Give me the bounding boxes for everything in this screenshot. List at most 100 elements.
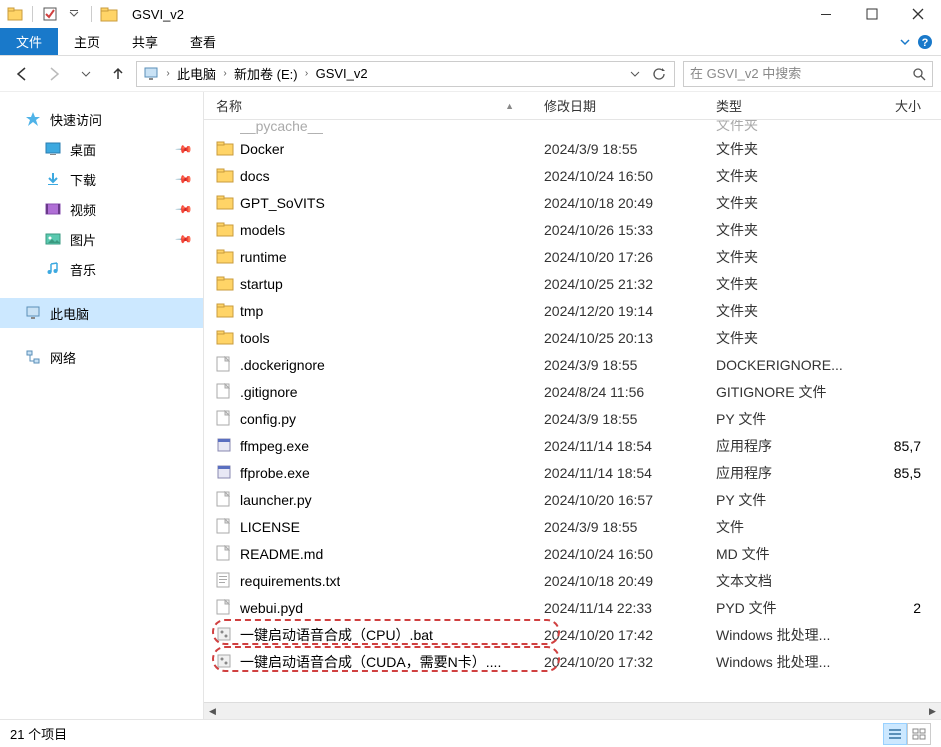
file-name: Docker [240, 141, 284, 157]
file-row[interactable]: .gitignore2024/8/24 11:56GITIGNORE 文件 [204, 378, 941, 405]
breadcrumb-folder[interactable]: GSVI_v2 [314, 66, 370, 81]
help-icon[interactable]: ? [917, 34, 933, 50]
nav-recent-dropdown[interactable] [72, 60, 100, 88]
sidebar-pictures[interactable]: 图片 📌 [0, 224, 203, 254]
file-row[interactable]: tools2024/10/25 20:13文件夹 [204, 324, 941, 351]
search-box[interactable] [683, 61, 933, 87]
file-row[interactable]: LICENSE2024/3/9 18:55文件 [204, 513, 941, 540]
ribbon-expand-icon[interactable] [899, 36, 911, 48]
nav-up-button[interactable] [104, 60, 132, 88]
file-row[interactable]: tmp2024/12/20 19:14文件夹 [204, 297, 941, 324]
file-type: DOCKERIGNORE... [716, 357, 872, 373]
breadcrumb-this-pc[interactable]: 此电脑 [175, 64, 218, 83]
file-row[interactable]: webui.pyd2024/11/14 22:33PYD 文件2 [204, 594, 941, 621]
file-date: 2024/3/9 18:55 [544, 141, 716, 157]
chevron-right-icon[interactable]: › [220, 68, 230, 79]
file-date: 2024/8/24 11:56 [544, 384, 716, 400]
view-details-button[interactable] [883, 723, 907, 745]
sidebar-desktop[interactable]: 桌面 📌 [0, 134, 203, 164]
file-type: GITIGNORE 文件 [716, 382, 872, 402]
sidebar-network[interactable]: 网络 [0, 342, 203, 372]
breadcrumb-pc-icon[interactable] [141, 67, 161, 81]
file-row[interactable]: requirements.txt 2024/10/18 20:49文本文档 [204, 567, 941, 594]
address-dropdown-icon[interactable] [624, 63, 646, 85]
horizontal-scrollbar[interactable]: ◀ ▶ [204, 702, 941, 719]
refresh-icon[interactable] [648, 63, 670, 85]
quick-access-toolbar [0, 3, 124, 25]
file-row[interactable]: ffprobe.exe2024/11/14 18:54应用程序85,5 [204, 459, 941, 486]
file-rows[interactable]: __pycache__ 文件夹 Docker 2024/3/9 18:55 文件夹 d… [204, 120, 941, 702]
file-row[interactable]: docs2024/10/24 16:50文件夹 [204, 162, 941, 189]
file-date: 2024/10/20 17:32 [544, 654, 716, 670]
file-type: 文件夹 [716, 301, 872, 321]
file-type: 文本文档 [716, 571, 872, 591]
ribbon-share-tab[interactable]: 共享 [116, 28, 174, 55]
search-icon[interactable] [912, 67, 926, 81]
sidebar-this-pc[interactable]: 此电脑 [0, 298, 203, 328]
chevron-right-icon[interactable]: › [163, 68, 173, 79]
file-row[interactable]: README.md2024/10/24 16:50MD 文件 [204, 540, 941, 567]
qat-dropdown-icon[interactable] [63, 3, 85, 25]
file-row[interactable]: startup2024/10/25 21:32文件夹 [204, 270, 941, 297]
file-row[interactable]: config.py2024/3/9 18:55PY 文件 [204, 405, 941, 432]
window-controls [803, 0, 941, 28]
file-icon [216, 410, 234, 428]
navigation-pane: 快速访问 桌面 📌 下载 📌 视频 📌 图片 📌 音乐 此 [0, 92, 204, 719]
sidebar-label: 桌面 [70, 140, 96, 159]
column-header-date[interactable]: 修改日期 [544, 96, 716, 115]
sidebar-music[interactable]: 音乐 [0, 254, 203, 284]
file-row[interactable]: launcher.py2024/10/20 16:57PY 文件 [204, 486, 941, 513]
properties-checkbox-icon[interactable] [39, 3, 61, 25]
text-icon [216, 572, 234, 590]
file-row[interactable]: .dockerignore2024/3/9 18:55DOCKERIGNORE.… [204, 351, 941, 378]
ribbon-file-tab[interactable]: 文件 [0, 28, 58, 55]
sidebar-videos[interactable]: 视频 📌 [0, 194, 203, 224]
file-list-area: 名称▲ 修改日期 类型 大小 __pycache__ 文件夹 Docker 202… [204, 92, 941, 719]
file-date: 2024/11/14 18:54 [544, 438, 716, 454]
column-header-size[interactable]: 大小 [872, 96, 941, 115]
file-type: Windows 批处理... [716, 652, 872, 672]
scroll-right-icon[interactable]: ▶ [924, 703, 941, 720]
file-row[interactable]: Docker2024/3/9 18:55文件夹 [204, 135, 941, 162]
file-date: 2024/10/25 20:13 [544, 330, 716, 346]
file-row-partial[interactable]: __pycache__ 文件夹 [204, 120, 941, 135]
file-icon [216, 491, 234, 509]
file-name: requirements.txt [240, 573, 340, 589]
ribbon-home-tab[interactable]: 主页 [58, 28, 116, 55]
search-input[interactable] [690, 66, 912, 81]
file-icon [216, 383, 234, 401]
nav-back-button[interactable] [8, 60, 36, 88]
network-icon [24, 348, 42, 366]
file-date: 2024/10/18 20:49 [544, 195, 716, 211]
file-row[interactable]: runtime2024/10/20 17:26文件夹 [204, 243, 941, 270]
close-button[interactable] [895, 0, 941, 28]
minimize-button[interactable] [803, 0, 849, 28]
address-bar[interactable]: › 此电脑 › 新加卷 (E:) › GSVI_v2 [136, 61, 675, 87]
sidebar-downloads[interactable]: 下载 📌 [0, 164, 203, 194]
breadcrumb-volume[interactable]: 新加卷 (E:) [232, 64, 300, 83]
sidebar-quick-access[interactable]: 快速访问 [0, 104, 203, 134]
nav-forward-button[interactable] [40, 60, 68, 88]
folder-icon [216, 248, 234, 266]
file-name: ffmpeg.exe [240, 438, 309, 454]
scroll-left-icon[interactable]: ◀ [204, 703, 221, 720]
file-row[interactable]: 一键启动语音合成（CUDA，需要N卡）....2024/10/20 17:32W… [204, 648, 941, 675]
column-header-type[interactable]: 类型 [716, 96, 872, 115]
file-row[interactable]: GPT_SoVITS2024/10/18 20:49文件夹 [204, 189, 941, 216]
file-row[interactable]: models2024/10/26 15:33文件夹 [204, 216, 941, 243]
view-large-icons-button[interactable] [907, 723, 931, 745]
file-date: 2024/10/18 20:49 [544, 573, 716, 589]
chevron-right-icon[interactable]: › [302, 68, 312, 79]
sidebar-label: 快速访问 [50, 110, 102, 129]
file-type: 文件夹 [716, 247, 872, 267]
file-row[interactable]: ffmpeg.exe2024/11/14 18:54应用程序85,7 [204, 432, 941, 459]
maximize-button[interactable] [849, 0, 895, 28]
file-type: 文件夹 [716, 328, 872, 348]
file-type: 文件夹 [716, 220, 872, 240]
music-icon [44, 260, 62, 278]
column-header-name[interactable]: 名称▲ [216, 96, 544, 115]
ribbon-view-tab[interactable]: 查看 [174, 28, 232, 55]
file-row[interactable]: 一键启动语音合成（CPU）.bat2024/10/20 17:42Windows… [204, 621, 941, 648]
file-name: GPT_SoVITS [240, 195, 325, 211]
window-title: GSVI_v2 [124, 7, 184, 22]
